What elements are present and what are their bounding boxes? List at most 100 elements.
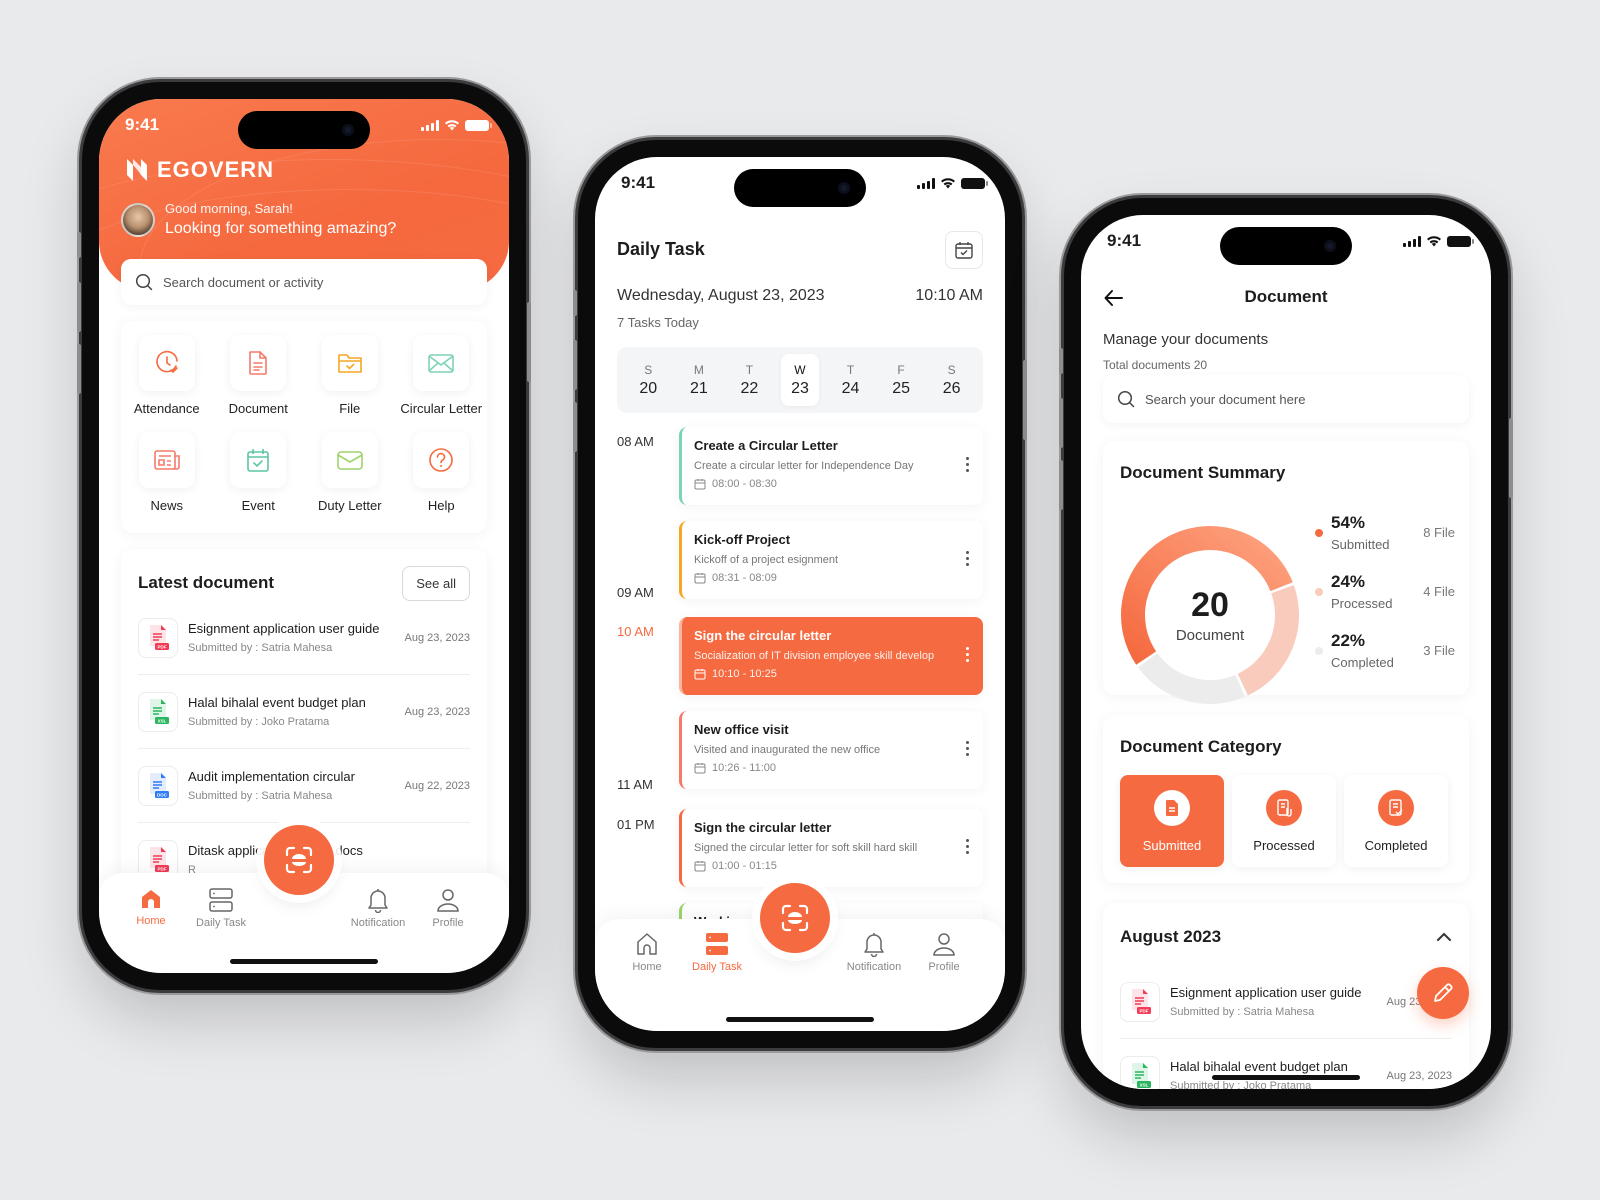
- menu-circular-letter[interactable]: Circular Letter: [396, 335, 488, 416]
- menu-event[interactable]: Event: [213, 432, 305, 513]
- mute-switch: [573, 290, 577, 316]
- menu-duty-letter[interactable]: Duty Letter: [304, 432, 396, 513]
- document-date: Aug 23, 2023: [1386, 1069, 1452, 1082]
- category-processed[interactable]: Processed: [1232, 775, 1336, 867]
- hour-label: 11 AM: [617, 777, 653, 792]
- page-subtitle: Manage your documents: [1103, 331, 1269, 348]
- pdf-file-icon: PDF: [150, 846, 169, 872]
- total-documents: Total documents 20: [1103, 358, 1208, 372]
- task-card[interactable]: New office visit Visited and inaugurated…: [679, 711, 983, 789]
- file-type-badge: PDF: [1120, 981, 1160, 1022]
- category-completed[interactable]: Completed: [1344, 775, 1448, 867]
- menu-label: Attendance: [133, 401, 200, 416]
- tab-notification[interactable]: Notification: [343, 887, 413, 929]
- signal-icon: [1403, 235, 1421, 247]
- search-input[interactable]: Search document or activity: [121, 259, 487, 305]
- back-button[interactable]: [1103, 287, 1125, 314]
- menu-label: Document: [228, 401, 288, 416]
- day-item[interactable]: S 20: [629, 354, 667, 406]
- category-submitted[interactable]: Submitted: [1120, 775, 1224, 867]
- more-options-icon[interactable]: [966, 647, 969, 662]
- folder-check-icon: [337, 354, 362, 373]
- tab-notification[interactable]: Notification: [839, 931, 909, 973]
- document-row[interactable]: DOC Audit implementation circular Submit…: [138, 749, 470, 823]
- document-row[interactable]: PDF Esignment application user guide Sub…: [1120, 965, 1452, 1039]
- see-all-button[interactable]: See all: [402, 565, 470, 601]
- tab-profile[interactable]: Profile: [413, 887, 483, 929]
- section-title: Document Summary: [1120, 463, 1286, 482]
- calendar-check-icon: [247, 449, 270, 472]
- phone-daily-task: 9:41 Daily Task Wednesday, August 23, 20…: [573, 140, 1027, 1048]
- task-card[interactable]: Sign the circular letter Socialization o…: [679, 617, 983, 695]
- avatar[interactable]: [121, 202, 155, 237]
- task-card[interactable]: Create a Circular Letter Create a circul…: [679, 427, 983, 505]
- menu-file[interactable]: File: [304, 335, 396, 416]
- month-documents: August 2023 PDF Esignment application us…: [1103, 903, 1469, 1089]
- tab-daily-task[interactable]: Daily Task: [682, 931, 752, 973]
- more-options-icon[interactable]: [966, 839, 969, 854]
- hour-label-current: 10 AM: [617, 624, 654, 639]
- egovern-logo-icon: [127, 159, 147, 181]
- doc-file-icon: DOC: [150, 772, 169, 798]
- tab-label: Daily Task: [692, 961, 742, 973]
- power-button: [527, 302, 531, 382]
- legend-percent: 22%: [1331, 631, 1366, 650]
- edit-button[interactable]: [1417, 967, 1469, 1019]
- document-row[interactable]: PDF Esignment application user guide Sub…: [138, 601, 470, 675]
- tab-daily-task[interactable]: Daily Task: [186, 887, 256, 929]
- section-title: August 2023: [1120, 927, 1222, 946]
- search-input[interactable]: Search your document here: [1103, 375, 1469, 423]
- menu-news[interactable]: News: [121, 432, 213, 513]
- scan-button[interactable]: [264, 825, 334, 895]
- greeting-text: Good morning, Sarah!: [165, 201, 293, 216]
- more-options-icon[interactable]: [966, 457, 969, 472]
- menu-document[interactable]: Document: [213, 335, 305, 416]
- tab-home[interactable]: Home: [116, 887, 186, 927]
- calendar-icon: [694, 479, 706, 490]
- donut-center: 20 Document: [1120, 525, 1300, 705]
- document-check-icon: [1389, 798, 1403, 816]
- menu-attendance[interactable]: Attendance: [121, 335, 213, 416]
- donut-total: 20: [1191, 586, 1229, 624]
- document-row[interactable]: XSL Halal bihalal event budget plan Subm…: [1120, 1039, 1452, 1089]
- calendar-button[interactable]: [945, 231, 983, 269]
- day-number: 21: [689, 379, 708, 397]
- task-card[interactable]: Sign the circular letter Signed the circ…: [679, 809, 983, 887]
- task-time: 08:31 - 08:09: [694, 572, 971, 584]
- document-name: Esignment application user guide: [188, 621, 380, 636]
- day-item[interactable]: S 26: [933, 354, 971, 406]
- day-number: 20: [639, 379, 658, 397]
- more-options-icon[interactable]: [966, 741, 969, 756]
- day-item[interactable]: M 21: [680, 354, 718, 406]
- day-item[interactable]: T 24: [832, 354, 870, 406]
- day-item[interactable]: T 22: [730, 354, 768, 406]
- chevron-up-icon[interactable]: [1436, 932, 1452, 942]
- file-type-badge: XSL: [138, 691, 178, 732]
- scan-button[interactable]: [760, 883, 830, 953]
- status-time: 9:41: [125, 115, 160, 134]
- document-clip-icon: [1277, 798, 1292, 817]
- task-time: 08:00 - 08:30: [694, 478, 971, 490]
- tab-profile[interactable]: Profile: [909, 931, 979, 973]
- status-time: 9:41: [621, 173, 656, 192]
- calendar-icon: [694, 861, 706, 872]
- legend-dot: [1315, 588, 1323, 596]
- day-weekday: F: [897, 362, 905, 377]
- task-card[interactable]: Kick-off Project Kickoff of a project es…: [679, 521, 983, 599]
- more-options-icon[interactable]: [966, 551, 969, 566]
- legend-percent: 54%: [1331, 513, 1366, 532]
- menu-help[interactable]: Help: [396, 432, 488, 513]
- document-icon: [249, 351, 268, 375]
- file-type-badge: PDF: [138, 617, 178, 658]
- task-time-range: 01:00 - 01:15: [712, 860, 777, 872]
- document-row[interactable]: XSL Halal bihalal event budget plan Subm…: [138, 675, 470, 749]
- day-item[interactable]: F 25: [882, 354, 920, 406]
- document-submitter: Submitted by : Satria Mahesa: [188, 642, 333, 654]
- svg-text:DOC: DOC: [157, 792, 168, 797]
- day-selected[interactable]: W 23: [780, 354, 819, 406]
- legend-percent: 24%: [1331, 572, 1366, 591]
- tab-home[interactable]: Home: [612, 931, 682, 973]
- menu-label: Help: [427, 498, 455, 513]
- home-indicator: [726, 1017, 874, 1022]
- page-title: Daily Task: [617, 239, 705, 259]
